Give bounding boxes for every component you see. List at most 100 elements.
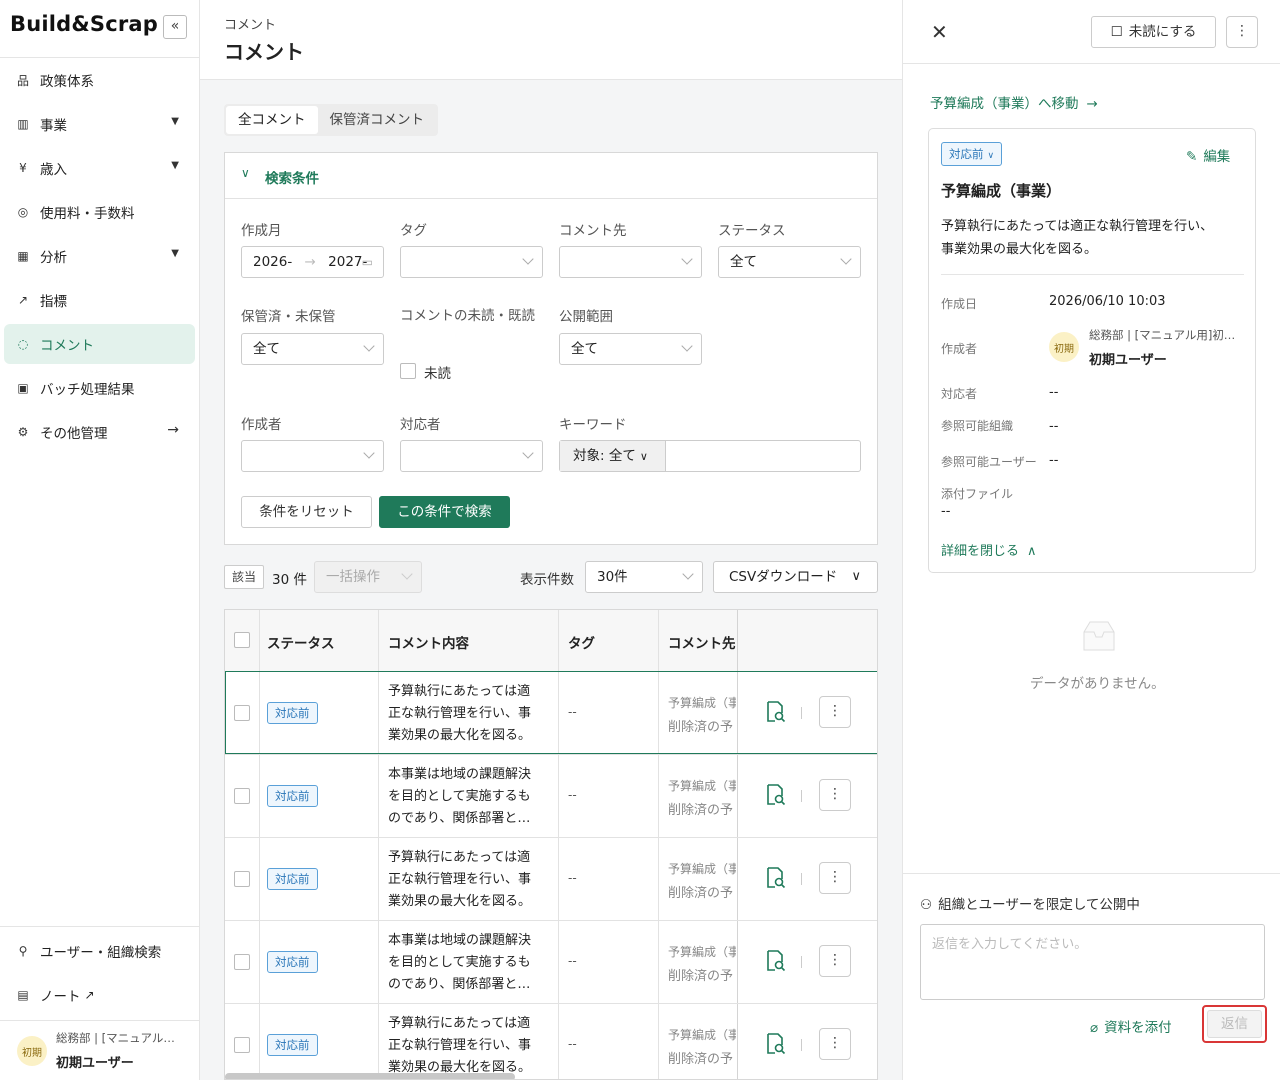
- comment-content[interactable]: 予算執行にあたっては適 正な執行管理を行い、事 業効果の最大化を図る。: [388, 681, 553, 747]
- nav-item-other[interactable]: ⚙ その他管理 →: [4, 412, 195, 452]
- nav-item-batch[interactable]: ▣ バッチ処理結果: [4, 368, 195, 408]
- row-actions-button[interactable]: ⋮: [819, 696, 851, 728]
- row-actions-button[interactable]: ⋮: [819, 862, 851, 894]
- horizontal-scrollbar[interactable]: [225, 1073, 515, 1079]
- calendar-icon: ▭: [361, 255, 373, 269]
- trend-icon: ↗: [17, 293, 29, 307]
- target-cell[interactable]: 予算編成（事 削除済の予: [668, 694, 736, 735]
- nav-label: その他管理: [40, 426, 108, 442]
- target-cell[interactable]: 予算編成（事 削除済の予: [668, 1026, 736, 1067]
- table-row[interactable]: 対応前 予算執行にあたっては適 正な執行管理を行い、事 業効果の最大化を図る。 -- 予算…: [225, 671, 877, 754]
- row-checkbox[interactable]: [234, 871, 250, 887]
- row-actions-button[interactable]: ⋮: [819, 779, 851, 811]
- unread-checkbox[interactable]: [400, 363, 416, 379]
- attach-file-button[interactable]: ⌀ 資料を添付: [1090, 1016, 1172, 1036]
- tab-all-comments[interactable]: 全コメント: [226, 106, 318, 134]
- content-line: 業効果の最大化を図る。: [388, 728, 532, 743]
- document-search-icon[interactable]: [765, 866, 787, 890]
- content-line: 正な執行管理を行い、事: [388, 706, 532, 721]
- comment-icon: ◌: [17, 337, 29, 351]
- nav-item-fees[interactable]: ◎ 使用料・手数料: [4, 192, 195, 232]
- row-checkbox[interactable]: [234, 1037, 250, 1053]
- content-line: を目的として実施するも: [388, 789, 531, 804]
- target-cell[interactable]: 予算編成（事 削除済の予: [668, 860, 736, 901]
- created-month-range[interactable]: 2026- → 2027- ▭: [241, 246, 384, 278]
- target-cell[interactable]: 予算編成（事 削除済の予: [668, 943, 736, 984]
- search-panel-header[interactable]: ∨ 検索条件: [225, 153, 877, 199]
- status-badge: 対応前: [267, 702, 318, 724]
- nav-item-indicators[interactable]: ↗ 指標: [4, 280, 195, 320]
- reply-button[interactable]: 返信: [1207, 1010, 1262, 1038]
- status-badge[interactable]: 対応前 ∨: [941, 142, 1003, 166]
- nav-item-projects[interactable]: ▥ 事業 ▼: [4, 104, 195, 144]
- divider: [801, 707, 802, 719]
- table-row[interactable]: 対応前 本事業は地域の課題解決 を目的として実施するも のであり、関係部署と… -- 予算…: [225, 754, 877, 837]
- document-search-icon[interactable]: [765, 783, 787, 807]
- user-menu[interactable]: 初期 総務部 | [マニュアル… 初期ユーザー: [0, 1020, 199, 1080]
- keyword-input[interactable]: [667, 441, 860, 471]
- csv-download-label: CSVダウンロード: [729, 569, 838, 585]
- target-cell[interactable]: 予算編成（事 削除済の予: [668, 777, 736, 818]
- comment-content[interactable]: 予算執行にあたっては適 正な執行管理を行い、事 業効果の最大化を図る。: [388, 847, 553, 913]
- header-tag: タグ: [568, 636, 595, 652]
- tag-select[interactable]: [400, 246, 543, 278]
- keyword-scope-select[interactable]: 対象: 全て ∨: [560, 441, 666, 471]
- status-select[interactable]: 全て: [718, 246, 861, 278]
- visibility-label: 公開範囲: [559, 309, 613, 325]
- tag-label: タグ: [400, 223, 427, 239]
- visibility-select[interactable]: 全て: [559, 333, 702, 365]
- document-search-icon[interactable]: [765, 1032, 787, 1056]
- goto-link[interactable]: 予算編成（事業）へ移動 →: [930, 92, 1098, 112]
- select-all-checkbox[interactable]: [234, 632, 250, 648]
- tag-cell: --: [568, 788, 577, 802]
- nav-item-user-search[interactable]: ⚲ ユーザー・組織検索: [4, 931, 195, 971]
- chevron-down-icon: [681, 340, 693, 352]
- nav-item-note[interactable]: ▤ ノート ↗: [4, 975, 195, 1015]
- more-options-button[interactable]: ⋮: [1226, 16, 1258, 48]
- bulk-action-select[interactable]: 一括操作: [314, 561, 422, 593]
- nav-label: ユーザー・組織検索: [40, 945, 162, 961]
- reply-input[interactable]: 返信を入力してください。: [920, 924, 1265, 1000]
- table-row[interactable]: 対応前 予算執行にあたっては適 正な執行管理を行い、事 業効果の最大化を図る。 -- 予算…: [225, 837, 877, 920]
- csv-download-button[interactable]: CSVダウンロード ∨: [713, 561, 878, 593]
- author-select[interactable]: [241, 440, 384, 472]
- comment-target-label: コメント先: [559, 223, 627, 239]
- archived-value: 全て: [253, 341, 280, 357]
- status-badge: 対応前: [267, 868, 318, 890]
- nav-label: 分析: [40, 250, 67, 266]
- row-actions-button[interactable]: ⋮: [819, 1028, 851, 1060]
- nav-item-analysis[interactable]: ▦ 分析 ▼: [4, 236, 195, 276]
- nav-item-comments[interactable]: ◌ コメント: [4, 324, 195, 364]
- table-row[interactable]: 対応前 本事業は地域の課題解決 を目的として実施するも のであり、関係部署と… -- 予算…: [225, 920, 877, 1003]
- comment-content[interactable]: 本事業は地域の課題解決 を目的として実施するも のであり、関係部署と…: [388, 764, 553, 830]
- mark-unread-button[interactable]: ☐ 未読にする: [1091, 16, 1216, 48]
- detail-panel: ✕ ☐ 未読にする ⋮ 予算編成（事業）へ移動 → 対応前 ∨ ✎ 編集 予算編成（事業…: [902, 0, 1280, 1080]
- comment-target-select[interactable]: [559, 246, 702, 278]
- document-search-icon[interactable]: [765, 700, 787, 724]
- collapse-sidebar-button[interactable]: «: [163, 15, 187, 39]
- keyword-scope-value: 対象: 全て: [573, 448, 636, 464]
- comment-content[interactable]: 予算執行にあたっては適 正な執行管理を行い、事 業効果の最大化を図る。: [388, 1013, 553, 1079]
- edit-button[interactable]: ✎ 編集: [1186, 145, 1230, 165]
- collapse-details-button[interactable]: 詳細を閉じる ∧: [941, 540, 1037, 559]
- content-line: のであり、関係部署と…: [388, 811, 531, 826]
- archived-select[interactable]: 全て: [241, 333, 384, 365]
- search-icon: ⚲: [18, 944, 28, 958]
- tab-archived-comments[interactable]: 保管済コメント: [318, 106, 437, 134]
- nav-item-revenue[interactable]: ¥ 歳入 ▼: [4, 148, 195, 188]
- search-button[interactable]: この条件で検索: [379, 496, 510, 528]
- close-icon[interactable]: ✕: [931, 20, 948, 44]
- row-checkbox[interactable]: [234, 954, 250, 970]
- chevron-down-icon: [522, 253, 534, 265]
- row-actions-button[interactable]: ⋮: [819, 945, 851, 977]
- per-page-select[interactable]: 30件: [585, 561, 703, 593]
- row-checkbox[interactable]: [234, 788, 250, 804]
- assignee-select[interactable]: [400, 440, 543, 472]
- author-name: 初期ユーザー: [1089, 353, 1167, 368]
- nav-item-policy[interactable]: 品政策体系: [4, 60, 195, 100]
- document-search-icon[interactable]: [765, 949, 787, 973]
- table-row[interactable]: 対応前 予算執行にあたっては適 正な執行管理を行い、事 業効果の最大化を図る。 -- 予算…: [225, 1003, 877, 1079]
- row-checkbox[interactable]: [234, 705, 250, 721]
- reset-button[interactable]: 条件をリセット: [241, 496, 372, 528]
- comment-content[interactable]: 本事業は地域の課題解決 を目的として実施するも のであり、関係部署と…: [388, 930, 553, 996]
